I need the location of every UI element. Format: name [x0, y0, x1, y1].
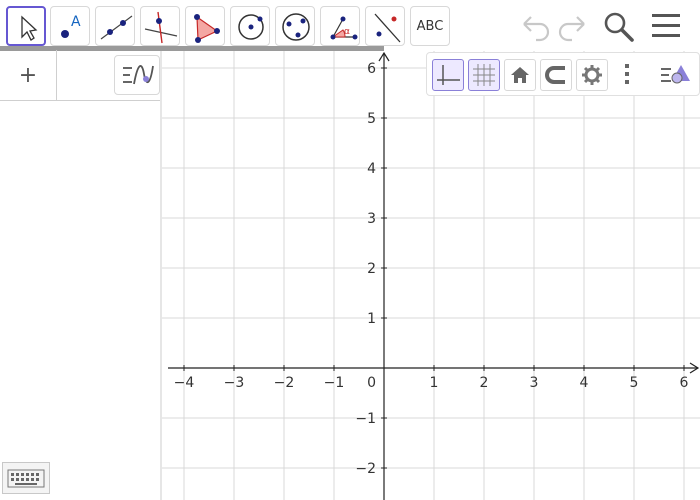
- y-tick-label: 1: [367, 311, 376, 327]
- svg-text:A: A: [71, 14, 81, 30]
- x-tick-label: 1: [430, 375, 439, 391]
- search-icon: [604, 12, 634, 42]
- gear-icon: [582, 65, 602, 85]
- x-tick-label: 5: [630, 375, 639, 391]
- grid-toggle-button[interactable]: [468, 59, 500, 91]
- y-tick-label: 4: [367, 161, 376, 177]
- style-bar-toggle-icon: [661, 65, 690, 84]
- algebra-style-button[interactable]: [114, 55, 160, 95]
- home-button[interactable]: [504, 59, 536, 91]
- y-tick-label: −1: [355, 411, 376, 427]
- text-tool-label: ABC: [416, 18, 444, 34]
- graphics-style-toggle-button[interactable]: [659, 59, 691, 91]
- search-button[interactable]: [600, 8, 636, 44]
- angle-tool-button[interactable]: α: [320, 6, 360, 46]
- point-capturing-button[interactable]: [540, 59, 572, 91]
- axes-toggle-button[interactable]: [432, 59, 464, 91]
- undo-icon: [523, 16, 550, 42]
- origin-label: 0: [367, 375, 376, 391]
- y-tick-label: 5: [367, 111, 376, 127]
- line-through-two-points-icon: [100, 15, 133, 40]
- graphics-style-bar: [426, 52, 700, 96]
- x-tick-label: 2: [480, 375, 489, 391]
- perpendicular-tool-button[interactable]: [140, 6, 180, 46]
- polygon-tool-button[interactable]: [185, 6, 225, 46]
- polygon-icon: [194, 14, 220, 43]
- grid: [162, 51, 700, 500]
- graphics-view[interactable]: −4 −3 −2 −1 1 2 3 4 5 6 6 5 4 3 2 1 −1 −2 0: [162, 51, 700, 500]
- x-tick-label: −1: [324, 375, 345, 391]
- x-tick-label: 3: [530, 375, 539, 391]
- grid-icon: [473, 64, 495, 86]
- x-tick-label: 4: [580, 375, 589, 391]
- axes: [168, 51, 700, 500]
- undo-button[interactable]: [518, 8, 554, 44]
- add-item-button[interactable]: +: [8, 58, 48, 94]
- circle-three-points-icon: [282, 13, 310, 41]
- tick-labels: −4 −3 −2 −1 1 2 3 4 5 6 6 5 4 3 2 1 −1 −2 0: [174, 61, 689, 477]
- reflect-about-line-icon: [374, 13, 401, 43]
- y-tick-label: 2: [367, 261, 376, 277]
- redo-button[interactable]: [554, 8, 590, 44]
- keyboard-button[interactable]: [2, 462, 50, 494]
- x-tick-label: −4: [174, 375, 195, 391]
- keyboard-icon: [7, 469, 45, 488]
- reflect-tool-button[interactable]: [365, 6, 405, 46]
- y-tick-label: 3: [367, 211, 376, 227]
- hamburger-menu-icon: [652, 14, 680, 37]
- point-tool-button[interactable]: A: [50, 6, 90, 46]
- x-tick-label: 6: [680, 375, 689, 391]
- more-options-button[interactable]: [612, 59, 644, 91]
- circle-center-point-icon: [238, 14, 264, 40]
- angle-icon: α: [330, 16, 358, 40]
- algebra-view[interactable]: [0, 51, 161, 500]
- svg-text:α: α: [344, 27, 350, 37]
- main-toolbar: A α ABC: [0, 0, 700, 51]
- algebra-style-icon: [123, 65, 154, 85]
- coordinate-plane: −4 −3 −2 −1 1 2 3 4 5 6 6 5 4 3 2 1 −1 −2 0: [162, 51, 700, 500]
- text-tool-button[interactable]: ABC: [410, 6, 450, 46]
- x-tick-label: −2: [274, 375, 295, 391]
- input-row-separator: [56, 50, 57, 100]
- y-tick-label: −2: [355, 461, 376, 477]
- home-icon: [511, 67, 529, 83]
- axes-icon: [437, 65, 460, 85]
- line-tool-button[interactable]: [95, 6, 135, 46]
- graphics-settings-button[interactable]: [576, 59, 608, 91]
- pointer-arrow-icon: [21, 15, 38, 41]
- menu-button[interactable]: [648, 8, 684, 44]
- x-tick-label: −3: [224, 375, 245, 391]
- vertical-dots-icon: [625, 64, 629, 84]
- magnet-icon: [545, 66, 565, 84]
- circle-tool-button[interactable]: [230, 6, 270, 46]
- circle-three-points-tool-button[interactable]: [275, 6, 315, 46]
- move-tool-button[interactable]: [6, 6, 46, 46]
- redo-icon: [558, 16, 585, 42]
- perpendicular-line-icon: [144, 11, 178, 44]
- y-tick-label: 6: [367, 61, 376, 77]
- geogebra-app: A α ABC + −4 −3 −2 −1 1 2 3 4 5 6 6 5 4 …: [0, 0, 700, 500]
- point-icon: A: [61, 14, 81, 38]
